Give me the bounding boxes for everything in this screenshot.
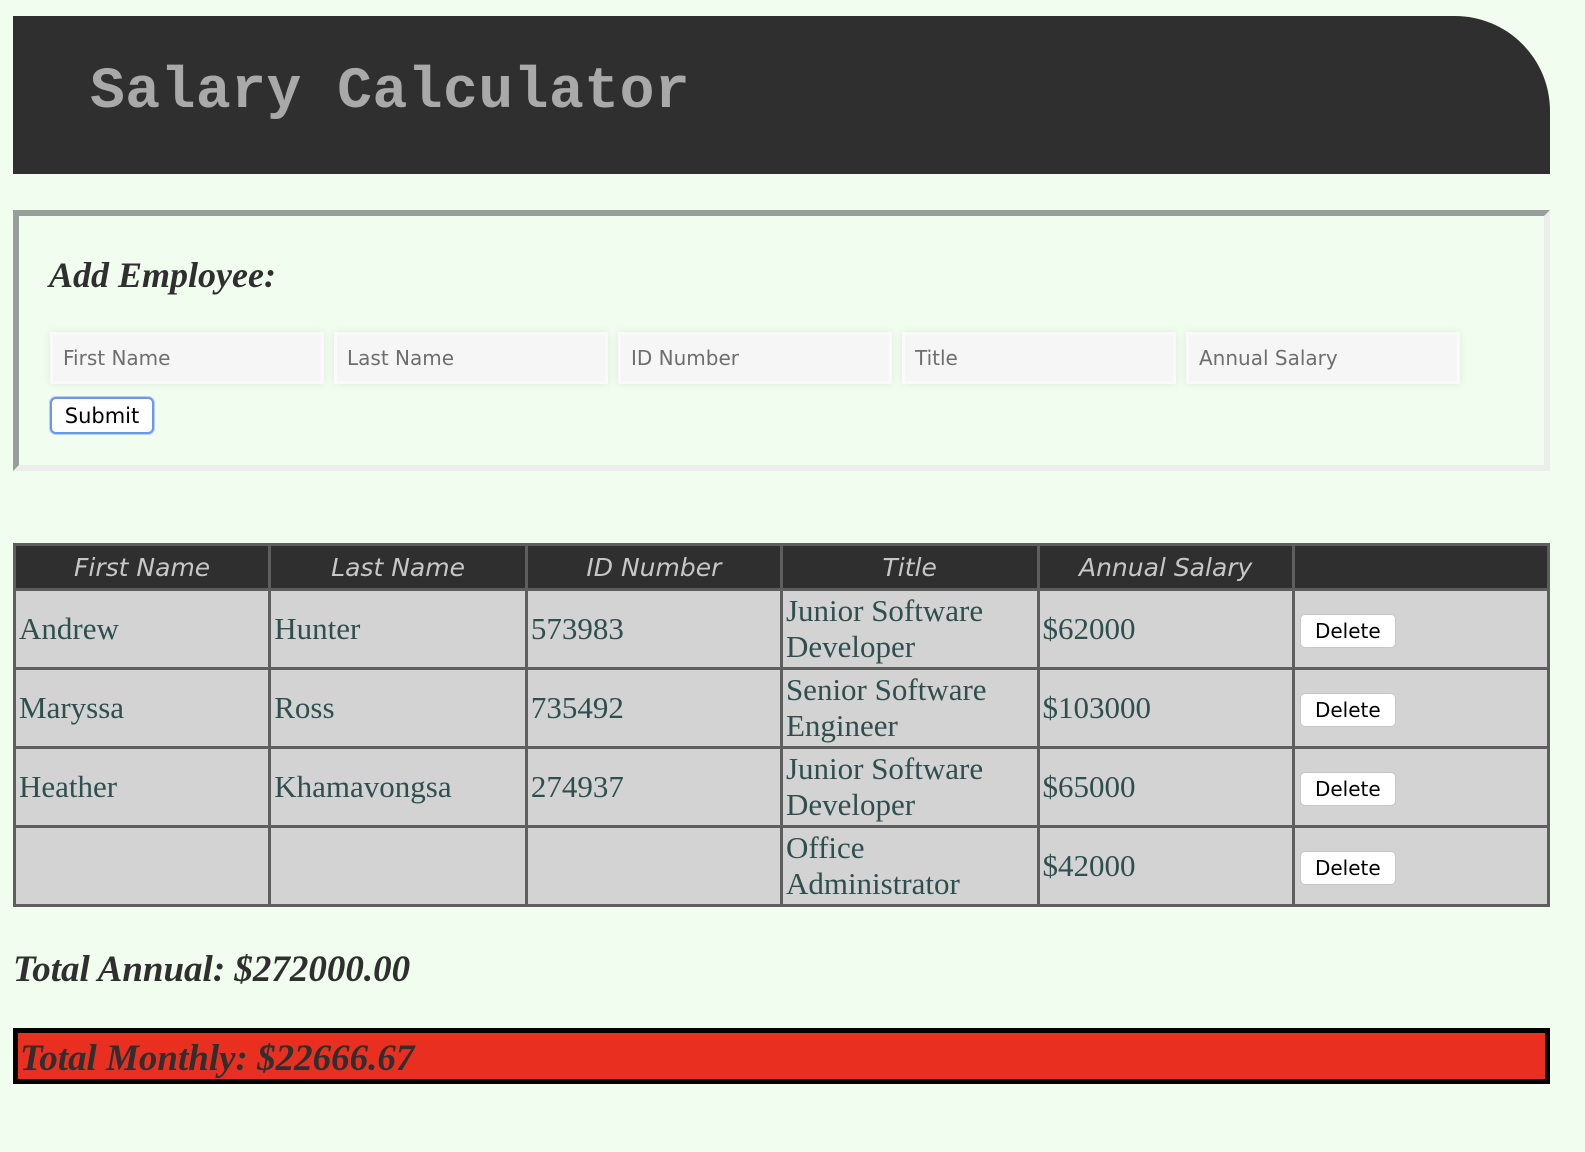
- total-monthly: Total Monthly: $22666.67: [20, 1038, 415, 1079]
- cell-title: Junior Software Developer: [782, 749, 1037, 825]
- cell-salary: $62000: [1039, 591, 1292, 667]
- cell-last-name: [271, 828, 525, 904]
- cell-first-name: Heather: [16, 749, 269, 825]
- cell-id-number: 274937: [527, 749, 780, 825]
- column-header-last-name: Last Name: [271, 546, 525, 588]
- cell-actions: Delete: [1294, 828, 1547, 904]
- table-row: Maryssa Ross 735492 Senior Software Engi…: [16, 670, 1547, 746]
- column-header-title: Title: [782, 546, 1037, 588]
- cell-actions: Delete: [1294, 749, 1547, 825]
- app-title: Salary Calculator: [90, 60, 691, 125]
- delete-button[interactable]: Delete: [1299, 772, 1396, 806]
- cell-title: Junior Software Developer: [782, 591, 1037, 667]
- delete-button[interactable]: Delete: [1299, 851, 1396, 885]
- first-name-input[interactable]: [50, 332, 324, 384]
- app-header: Salary Calculator: [13, 16, 1550, 174]
- cell-id-number: 573983: [527, 591, 780, 667]
- cell-last-name: Hunter: [271, 591, 525, 667]
- cell-salary: $42000: [1039, 828, 1292, 904]
- column-header-actions: [1294, 546, 1547, 588]
- delete-button[interactable]: Delete: [1299, 693, 1396, 727]
- total-monthly-banner: Total Monthly: $22666.67: [13, 1028, 1550, 1084]
- cell-salary: $65000: [1039, 749, 1292, 825]
- id-number-input[interactable]: [618, 332, 892, 384]
- cell-salary: $103000: [1039, 670, 1292, 746]
- column-header-first-name: First Name: [16, 546, 269, 588]
- cell-actions: Delete: [1294, 670, 1547, 746]
- table-row: Office Administrator $42000 Delete: [16, 828, 1547, 904]
- cell-last-name: Khamavongsa: [271, 749, 525, 825]
- cell-first-name: Andrew: [16, 591, 269, 667]
- cell-last-name: Ross: [271, 670, 525, 746]
- cell-id-number: [527, 828, 780, 904]
- cell-id-number: 735492: [527, 670, 780, 746]
- column-header-annual-salary: Annual Salary: [1039, 546, 1292, 588]
- delete-button[interactable]: Delete: [1299, 614, 1396, 648]
- submit-button[interactable]: Submit: [50, 397, 154, 434]
- total-annual: Total Annual: $272000.00: [13, 949, 411, 990]
- cell-actions: Delete: [1294, 591, 1547, 667]
- title-input[interactable]: [902, 332, 1176, 384]
- form-heading: Add Employee:: [49, 255, 276, 295]
- cell-title: Senior Software Engineer: [782, 670, 1037, 746]
- annual-salary-input[interactable]: [1186, 332, 1460, 384]
- add-employee-form: Add Employee: Submit: [13, 210, 1550, 471]
- employee-input-row: [50, 332, 1460, 384]
- last-name-input[interactable]: [334, 332, 608, 384]
- cell-first-name: Maryssa: [16, 670, 269, 746]
- cell-first-name: [16, 828, 269, 904]
- table-row: Andrew Hunter 573983 Junior Software Dev…: [16, 591, 1547, 667]
- cell-title: Office Administrator: [782, 828, 1037, 904]
- column-header-id-number: ID Number: [527, 546, 780, 588]
- table-row: Heather Khamavongsa 274937 Junior Softwa…: [16, 749, 1547, 825]
- table-header-row: First Name Last Name ID Number Title Ann…: [16, 546, 1547, 588]
- employee-table: First Name Last Name ID Number Title Ann…: [13, 543, 1550, 907]
